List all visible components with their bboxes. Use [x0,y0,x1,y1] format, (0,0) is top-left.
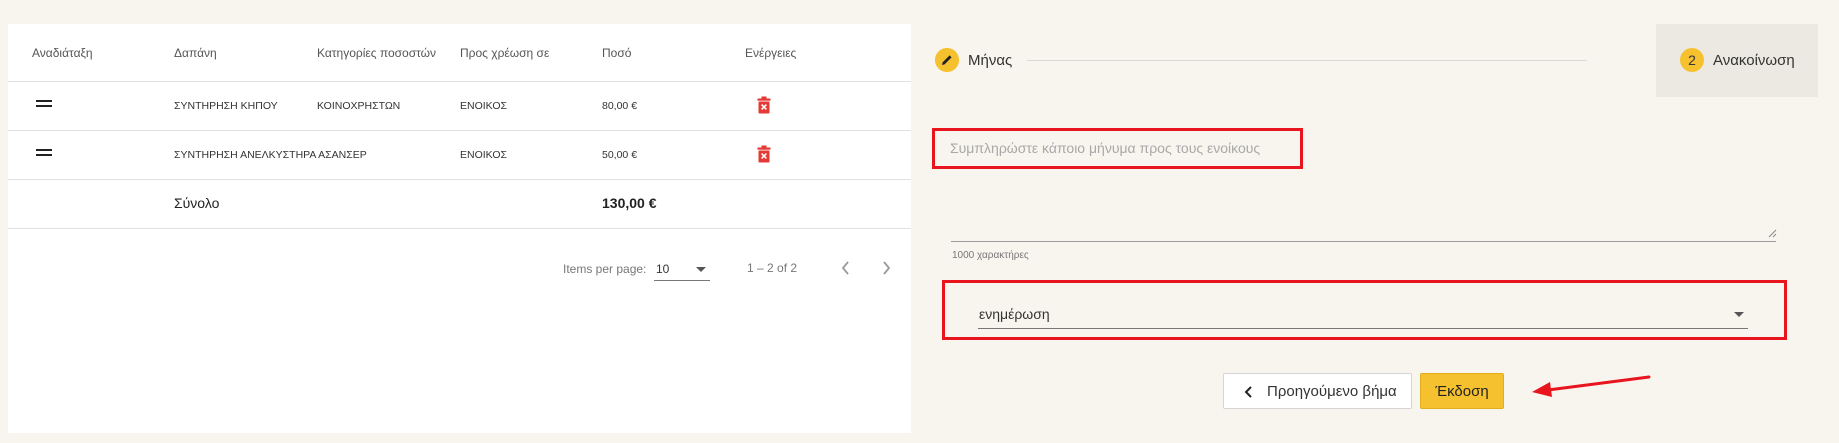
table-row: ΣΥΝΤΗΡΗΣΗ ΑΝΕΛΚΥΣΤΗΡΑ ΑΣΑΝΣΕΡ ΕΝΟΙΚΟΣ 50… [8,130,911,180]
col-header-expense: Δαπάνη [174,46,217,60]
col-header-reorder: Αναδιάταξη [32,46,93,60]
chevron-down-icon [696,267,706,272]
expense-name: ΣΥΝΤΗΡΗΣΗ ΑΝΕΛΚΥΣΤΗΡΑ ΑΣΑΝΣΕΡ [174,149,367,161]
step-month-label: Μήνας [968,52,1013,69]
expenses-table-panel: Αναδιάταξη Δαπάνη Κατηγορίες ποσοστών Πρ… [8,24,911,433]
total-amount: 130,00 € [602,195,657,211]
drag-handle-icon[interactable] [36,149,52,157]
chevron-left-icon [1244,386,1252,398]
next-page-icon[interactable] [878,258,894,278]
previous-step-label: Προηγούμενο βήμα [1267,383,1397,400]
step-announcement-label: Ανακοίνωση [1713,52,1795,69]
char-limit-hint: 1000 χαρακτήρες [952,250,1029,261]
items-per-page-label: Items per page: [563,262,647,276]
stepper: Μήνας 2 Ανακοίνωση [935,24,1818,97]
col-header-charge-to: Προς χρέωση σε [460,46,550,60]
delete-icon[interactable] [757,96,771,114]
col-header-actions: Ενέργειες [745,46,797,60]
type-highlight-box [942,280,1787,340]
issue-label: Έκδοση [1435,383,1489,400]
page-size-select[interactable]: 10 [654,258,710,281]
drag-handle-icon[interactable] [36,100,52,108]
page-range: 1 – 2 of 2 [747,261,798,275]
page-size-value: 10 [656,262,670,276]
expense-charge-to: ΕΝΟΙΚΟΣ [460,149,508,161]
table-total-row: Σύνολο 130,00 € [8,179,911,229]
total-label: Σύνολο [174,195,220,211]
paginator: Items per page: 10 1 – 2 of 2 [8,252,911,292]
step-number: 2 [1680,48,1704,72]
annotation-arrow-icon [1532,375,1651,397]
expense-charge-to: ΕΝΟΙΚΟΣ [460,100,508,112]
select-underline [978,328,1748,329]
previous-page-icon[interactable] [838,258,854,278]
expense-name: ΣΥΝΤΗΡΗΣΗ ΚΗΠΟΥ [174,100,278,112]
step-connector [1027,60,1587,61]
announcement-type-value: ενημέρωση [979,306,1050,322]
col-header-category: Κατηγορίες ποσοστών [317,46,437,60]
expense-amount: 80,00 € [602,100,638,112]
previous-step-button[interactable]: Προηγούμενο βήμα [1223,373,1412,409]
pencil-icon [935,48,959,72]
expense-amount: 50,00 € [602,149,638,161]
table-row: ΣΥΝΤΗΡΗΣΗ ΚΗΠΟΥ ΚΟΙΝΟΧΡΗΣΤΩΝ ΕΝΟΙΚΟΣ 80,… [8,81,911,131]
col-header-amount: Ποσό [602,46,632,60]
step-announcement[interactable]: 2 Ανακοίνωση [1656,24,1818,97]
expense-category: ΚΟΙΝΟΧΡΗΣΤΩΝ [317,100,401,112]
table-header-row: Αναδιάταξη Δαπάνη Κατηγορίες ποσοστών Πρ… [8,24,911,82]
issue-button[interactable]: Έκδοση [1420,373,1504,409]
delete-icon[interactable] [757,145,771,163]
chevron-down-icon [1734,312,1744,317]
textarea-underline [951,241,1776,242]
resize-grip-icon[interactable] [1767,228,1777,238]
message-input[interactable] [950,140,1290,156]
